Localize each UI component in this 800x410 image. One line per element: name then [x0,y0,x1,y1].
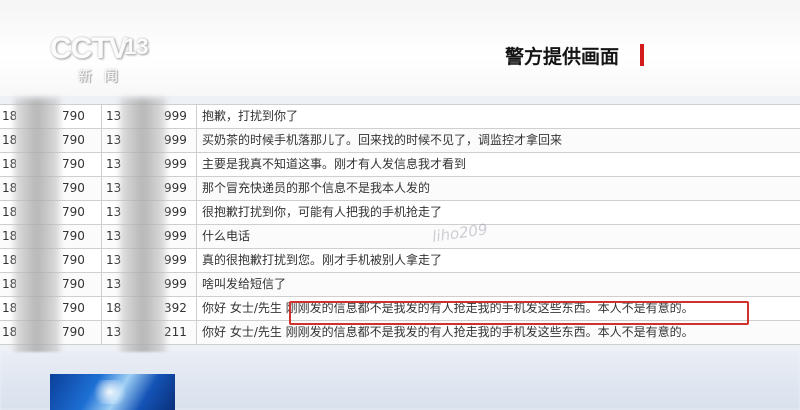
sender-number-suffix: 790 [62,181,85,195]
logo-cctv-text: CCTV [50,32,129,65]
highlighted-message-box [289,301,749,325]
sender-number-suffix: 790 [62,109,85,123]
receiver-number-suffix: 999 [164,133,187,147]
receiver-number-suffix: 999 [164,277,187,291]
receiver-number-suffix: 999 [164,253,187,267]
sender-number-suffix: 790 [62,277,85,291]
graphic-highlight [90,380,130,404]
news-graphic-inset [50,374,175,410]
receiver-number-suffix: 211 [164,325,187,339]
message-text: 主要是我真不知道这事。刚才有人发信息我才看到 [202,157,467,171]
message-text: 那个冒充快递员的那个信息不是我本人发的 [202,181,431,195]
receiver-number-suffix: 999 [164,229,187,243]
message-text: 很抱歉打扰到你，可能有人把我的手机抢走了 [202,205,443,219]
logo-channel-number: 13 [124,34,149,59]
privacy-blur-mask [14,98,60,368]
column-divider [196,104,197,344]
message-text: 啥叫发给短信了 [202,277,287,291]
receiver-number-suffix: 999 [164,157,187,171]
column-divider [101,104,102,344]
receiver-number-suffix: 999 [164,109,187,123]
message-text: 抱歉，打扰到你了 [202,109,299,123]
caption-accent-bar [640,44,644,66]
privacy-blur-mask [120,98,166,368]
message-text: 真的很抱歉打扰到您。刚才手机被别人拿走了 [202,253,443,267]
receiver-number-suffix: 392 [164,301,187,315]
cctv13-logo: CCTV 13 新闻 [50,32,160,85]
sender-number-suffix: 790 [62,253,85,267]
sender-number-suffix: 790 [62,133,85,147]
logo-channel-sub: 新闻 [78,69,130,85]
message-text: 什么电话 [202,229,251,243]
sender-number-suffix: 790 [62,205,85,219]
receiver-number-suffix: 999 [164,181,187,195]
sender-number-suffix: 790 [62,229,85,243]
sender-number-suffix: 790 [62,157,85,171]
receiver-number-suffix: 999 [164,205,187,219]
message-text: 买奶茶的时候手机落那儿了。回来找的时候不见了，调监控才拿回来 [202,133,563,147]
police-footage-caption: 警方提供画面 [505,46,620,68]
sender-number-suffix: 790 [62,301,85,315]
sender-number-suffix: 790 [62,325,85,339]
